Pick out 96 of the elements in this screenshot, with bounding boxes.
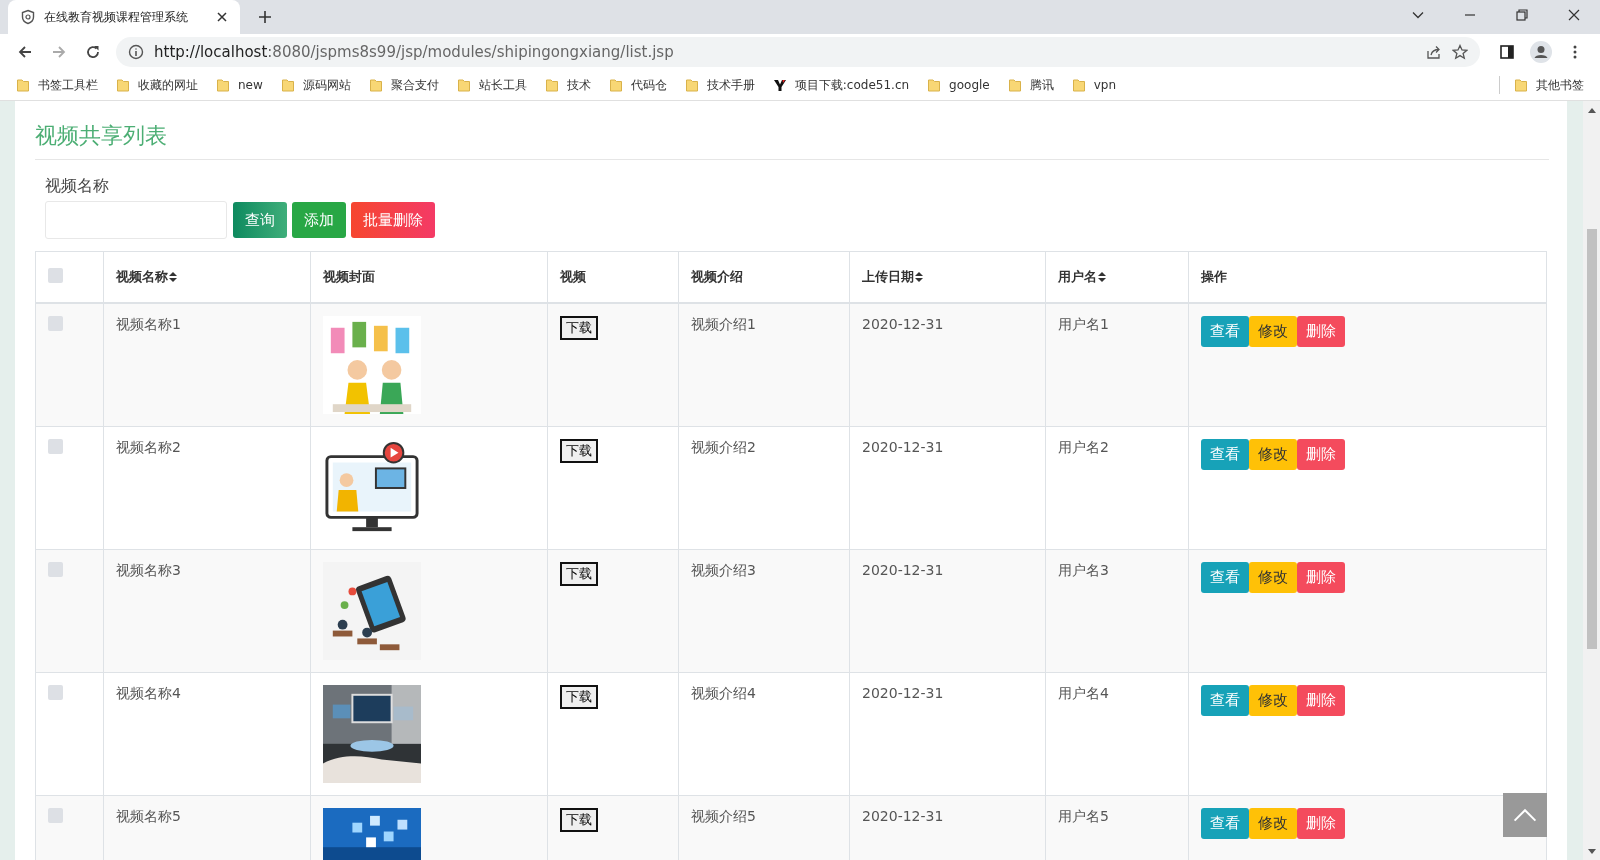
edit-button[interactable]: 修改: [1249, 439, 1297, 470]
download-button[interactable]: 下载: [560, 808, 598, 832]
folder-icon: [116, 78, 130, 92]
table-cell: 视频名称2: [116, 439, 181, 455]
folder-icon: [216, 78, 230, 92]
scrollbar[interactable]: [1583, 101, 1600, 860]
search-label: 视频名称: [45, 176, 110, 197]
folder-icon: [368, 78, 383, 92]
edit-button[interactable]: 修改: [1249, 685, 1297, 716]
column-header: 视频封面: [323, 268, 375, 286]
table-cell: 视频介绍2: [691, 439, 756, 455]
table-cell: 视频名称3: [116, 562, 181, 578]
column-header[interactable]: 视频名称: [116, 268, 177, 286]
side-panel-icon[interactable]: [1499, 44, 1515, 60]
close-icon[interactable]: [1567, 8, 1581, 22]
column-header: 视频: [560, 268, 586, 286]
bookmark[interactable]: 书签工具栏: [8, 73, 106, 97]
table-cell: 2020-12-31: [862, 808, 944, 824]
chevron-up-icon: [1513, 807, 1537, 823]
table-cell: 视频名称4: [116, 685, 181, 701]
folder-icon: [1071, 78, 1086, 92]
checkbox[interactable]: [48, 316, 63, 331]
folder-icon: [544, 78, 559, 92]
edit-button[interactable]: 修改: [1249, 316, 1297, 347]
folder-icon: [280, 78, 295, 92]
batch-delete-button[interactable]: 批量删除: [351, 202, 435, 238]
table-cell: 视频名称5: [116, 808, 181, 824]
download-button[interactable]: 下载: [560, 685, 598, 709]
checkbox[interactable]: [48, 685, 63, 700]
table-cell: 用户名4: [1058, 685, 1109, 701]
bookmark[interactable]: 代码仓: [600, 73, 675, 97]
table-cell: 视频介绍5: [691, 808, 756, 824]
bookmark[interactable]: 技术手册: [676, 73, 763, 97]
table-cell: 用户名2: [1058, 439, 1109, 455]
table-cell: 2020-12-31: [862, 316, 944, 332]
scrollbar-thumb[interactable]: [1586, 229, 1597, 649]
checkbox[interactable]: [48, 268, 63, 283]
bookmark[interactable]: 其他书签: [1506, 73, 1592, 97]
table-cell: 2020-12-31: [862, 685, 944, 701]
table-cell: 视频介绍3: [691, 562, 756, 578]
address-field[interactable]: http://localhost:8080/jspms8s99/jsp/modules/shipingongxiang/list.jsp: [116, 37, 1480, 67]
close-icon[interactable]: [216, 11, 228, 23]
checkbox[interactable]: [48, 562, 63, 577]
scroll-down-icon[interactable]: [1587, 849, 1596, 855]
back-icon[interactable]: [17, 44, 33, 60]
folder-icon: [684, 78, 699, 92]
download-button[interactable]: 下载: [560, 439, 598, 463]
edit-button[interactable]: 修改: [1249, 562, 1297, 593]
edit-button[interactable]: 修改: [1249, 808, 1297, 839]
bookmark[interactable]: 项目下载:code51.cn: [764, 73, 918, 97]
table-cell: 2020-12-31: [862, 439, 944, 455]
column-header: 视频介绍: [691, 268, 743, 286]
new-tab-icon[interactable]: [258, 10, 272, 24]
download-button[interactable]: 下载: [560, 562, 598, 586]
column-header: 操作: [1201, 268, 1227, 286]
restore-icon[interactable]: [1515, 8, 1529, 22]
table-cell: 视频介绍1: [691, 316, 756, 332]
scroll-up-icon[interactable]: [1587, 107, 1596, 113]
checkbox[interactable]: [48, 439, 63, 454]
folder-icon: [456, 78, 471, 92]
bookmark[interactable]: new: [208, 73, 271, 97]
browser-tab[interactable]: 在线教育视频课程管理系统: [8, 0, 240, 34]
shield-icon: [20, 9, 36, 25]
folder-icon: [1007, 78, 1022, 92]
table-cell: 用户名1: [1058, 316, 1109, 332]
bookmark[interactable]: google: [919, 73, 998, 97]
share-icon[interactable]: [1426, 44, 1442, 60]
tab-title: 在线教育视频课程管理系统: [44, 8, 189, 26]
info-icon: [128, 44, 144, 60]
table-cell: 用户名5: [1058, 808, 1109, 824]
bookmark[interactable]: vpn: [1063, 73, 1125, 97]
folder-icon: [16, 78, 30, 92]
folder-icon: [608, 78, 623, 92]
bookmark[interactable]: 站长工具: [448, 73, 535, 97]
bookmark[interactable]: 源码网站: [272, 73, 359, 97]
download-button[interactable]: 下载: [560, 316, 598, 340]
table-cell: 用户名3: [1058, 562, 1109, 578]
reload-icon[interactable]: [85, 44, 101, 60]
search-button[interactable]: 查询: [233, 202, 287, 238]
folder-icon: [927, 78, 942, 92]
bookmark[interactable]: 收藏的网址: [108, 73, 206, 97]
checkbox[interactable]: [48, 808, 63, 823]
back-to-top-button[interactable]: [1503, 793, 1547, 837]
folder-icon: [1514, 78, 1528, 92]
table-cell: 视频名称1: [116, 316, 181, 332]
table-cell: 视频介绍4: [691, 685, 756, 701]
bookmark[interactable]: 腾讯: [999, 73, 1062, 97]
bookmark[interactable]: 聚合支付: [360, 73, 447, 97]
star-icon[interactable]: [1452, 44, 1468, 60]
page-title: 视频共享列表: [35, 121, 1549, 160]
table-cell: 2020-12-31: [862, 562, 944, 578]
column-header[interactable]: 上传日期: [862, 268, 923, 286]
bookmark[interactable]: 技术: [536, 73, 599, 97]
profile-icon[interactable]: [1530, 41, 1552, 63]
column-header[interactable]: 用户名: [1058, 268, 1106, 286]
site-logo-icon: [772, 78, 787, 92]
